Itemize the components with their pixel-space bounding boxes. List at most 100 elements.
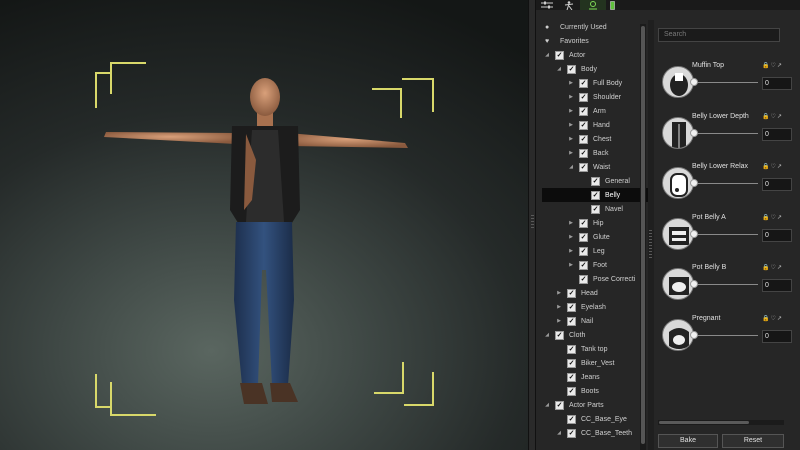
morph-slider-knob[interactable] — [690, 179, 698, 187]
tree-item-checkbox[interactable]: ✓ — [591, 176, 600, 186]
tree-item[interactable]: ✓ Pose Correcti — [542, 272, 648, 286]
tree-item-checkbox[interactable]: ✓ — [555, 400, 564, 410]
collapsed-arrow-icon[interactable]: ▶ — [567, 150, 575, 156]
slider-action-icons[interactable]: 🔒♡↗ — [762, 113, 783, 120]
collapsed-arrow-icon[interactable]: ▶ — [567, 220, 575, 226]
favorites-item[interactable]: ♥ Favorites — [542, 34, 648, 48]
tree-item-checkbox[interactable]: ✓ — [555, 50, 564, 60]
tree-item[interactable]: ▶ ✓ Nail — [542, 314, 648, 328]
morph-slider-knob[interactable] — [690, 330, 698, 339]
tree-item[interactable]: ▶ ✓ Arm — [542, 104, 648, 118]
morph-slider-track[interactable] — [694, 82, 758, 83]
tree-item-checkbox[interactable]: ✓ — [567, 372, 576, 382]
tree-item[interactable]: ✓ Belly — [542, 188, 648, 202]
divider-grip[interactable] — [649, 230, 652, 260]
expanded-arrow-icon[interactable]: ◢ — [543, 52, 551, 58]
tree-item[interactable]: ◢ ✓ Actor — [542, 48, 648, 62]
tree-item[interactable]: ✓ Jeans — [542, 370, 648, 384]
tree-item-checkbox[interactable]: ✓ — [567, 386, 576, 396]
character-model[interactable] — [0, 0, 528, 450]
pose-figure-icon[interactable] — [558, 0, 580, 10]
tree-item-checkbox[interactable]: ✓ — [579, 232, 588, 242]
morph-value-field[interactable]: 0 — [762, 178, 792, 191]
tree-item-checkbox[interactable]: ✓ — [567, 64, 576, 74]
morph-value-field[interactable]: 0 — [762, 329, 792, 343]
collapsed-arrow-icon[interactable]: ▶ — [567, 122, 575, 128]
battery-icon[interactable] — [606, 0, 618, 10]
slider-horizontal-scrollbar[interactable] — [658, 420, 784, 425]
collapsed-arrow-icon[interactable]: ▶ — [555, 290, 563, 296]
collapsed-arrow-icon[interactable]: ▶ — [567, 234, 575, 240]
tree-item-checkbox[interactable]: ✓ — [579, 218, 588, 228]
morph-slider-track[interactable] — [694, 334, 758, 336]
tree-item[interactable]: ▶ ✓ Leg — [542, 244, 648, 258]
collapsed-arrow-icon[interactable]: ▶ — [567, 94, 575, 100]
tree-scrollbar[interactable] — [640, 24, 646, 450]
tree-item[interactable]: ◢ ✓ Cloth — [542, 328, 648, 342]
tree-item[interactable]: ◢ ✓ CC_Base_Teeth — [542, 426, 648, 440]
tree-item[interactable]: ▶ ✓ Hand — [542, 118, 648, 132]
currently-used-item[interactable]: ● Currently Used — [542, 20, 648, 34]
reset-button[interactable]: Reset — [722, 434, 784, 448]
tree-item-checkbox[interactable]: ✓ — [579, 162, 588, 172]
tree-item-checkbox[interactable]: ✓ — [567, 316, 576, 326]
tree-item-checkbox[interactable]: ✓ — [591, 204, 600, 214]
collapsed-arrow-icon[interactable]: ▶ — [555, 304, 563, 310]
tree-item[interactable]: ◢ ✓ Waist — [542, 160, 648, 174]
tree-item-checkbox[interactable]: ✓ — [579, 246, 588, 256]
3d-viewport[interactable] — [0, 0, 528, 450]
tree-item-checkbox[interactable]: ✓ — [579, 134, 588, 144]
tree-item[interactable]: ▶ ✓ Glute — [542, 230, 648, 244]
expanded-arrow-icon[interactable]: ◢ — [543, 402, 551, 408]
tree-item[interactable]: ▶ ✓ Full Body — [542, 76, 648, 90]
tree-item-checkbox[interactable]: ✓ — [555, 330, 564, 340]
panel-splitter[interactable] — [528, 0, 536, 450]
slider-scrollbar-thumb[interactable] — [659, 421, 749, 424]
expanded-arrow-icon[interactable]: ◢ — [555, 66, 563, 72]
tree-item[interactable]: ✓ General — [542, 174, 648, 188]
morph-value-field[interactable]: 0 — [762, 77, 792, 90]
tree-item[interactable]: ✓ Boots — [542, 384, 648, 398]
morph-slider-knob[interactable] — [690, 78, 698, 86]
tree-item[interactable]: ▶ ✓ Hip — [542, 216, 648, 230]
tree-item-checkbox[interactable]: ✓ — [567, 288, 576, 298]
collapsed-arrow-icon[interactable]: ▶ — [555, 318, 563, 324]
morph-slider-knob[interactable] — [690, 128, 698, 137]
collapsed-arrow-icon[interactable]: ▶ — [567, 108, 575, 114]
search-input[interactable]: Search — [658, 28, 780, 42]
morph-slider-track[interactable] — [694, 183, 758, 184]
morph-value-field[interactable]: 0 — [762, 127, 792, 141]
morph-value-field[interactable]: 0 — [762, 228, 792, 242]
tree-item[interactable]: ▶ ✓ Chest — [542, 132, 648, 146]
expanded-arrow-icon[interactable]: ◢ — [543, 332, 551, 338]
collapsed-arrow-icon[interactable]: ▶ — [567, 262, 575, 268]
morph-slider-knob[interactable] — [690, 229, 698, 238]
tree-item-checkbox[interactable]: ✓ — [567, 428, 576, 438]
tree-item-checkbox[interactable]: ✓ — [579, 120, 588, 130]
tree-item[interactable]: ▶ ✓ Head — [542, 286, 648, 300]
tree-item[interactable]: ✓ Tank top — [542, 342, 648, 356]
morph-icon[interactable] — [580, 0, 606, 10]
slider-action-icons[interactable]: 🔒♡↗ — [762, 214, 783, 221]
collapsed-arrow-icon[interactable]: ▶ — [567, 248, 575, 254]
tree-item[interactable]: ✓ Biker_Vest — [542, 356, 648, 370]
tree-item-checkbox[interactable]: ✓ — [579, 78, 588, 88]
tree-item-checkbox[interactable]: ✓ — [567, 344, 576, 354]
splitter-grip[interactable] — [531, 215, 534, 229]
collapsed-arrow-icon[interactable]: ▶ — [567, 80, 575, 86]
slider-action-icons[interactable]: 🔒♡↗ — [762, 163, 783, 170]
tree-item[interactable]: ◢ ✓ Body — [542, 62, 648, 76]
slider-action-icons[interactable]: 🔒♡↗ — [762, 264, 783, 271]
tree-scrollbar-thumb[interactable] — [641, 26, 645, 444]
expanded-arrow-icon[interactable]: ◢ — [555, 430, 563, 436]
tree-item-checkbox[interactable]: ✓ — [579, 148, 588, 158]
morph-slider-track[interactable] — [694, 284, 758, 285]
tree-item[interactable]: ✓ CC_Base_Eye — [542, 412, 648, 426]
morph-value-field[interactable]: 0 — [762, 279, 792, 292]
tree-item[interactable]: ▶ ✓ Shoulder — [542, 90, 648, 104]
expanded-arrow-icon[interactable]: ◢ — [567, 164, 575, 170]
collapsed-arrow-icon[interactable]: ▶ — [567, 136, 575, 142]
tree-item[interactable]: ▶ ✓ Eyelash — [542, 300, 648, 314]
tree-item[interactable]: ◢ ✓ Actor Parts — [542, 398, 648, 412]
tree-item[interactable]: ▶ ✓ Foot — [542, 258, 648, 272]
